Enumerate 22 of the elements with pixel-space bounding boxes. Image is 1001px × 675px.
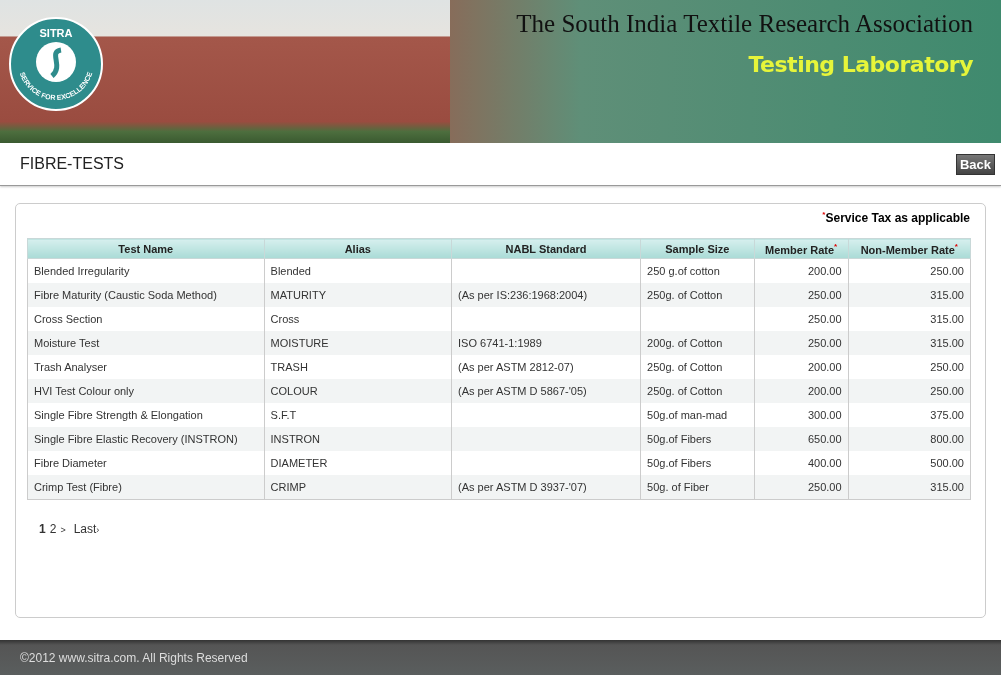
table-cell: (As per ASTM D 3937-'07)	[451, 475, 641, 500]
table-cell: 250.00	[754, 475, 849, 500]
page-link[interactable]: 1	[39, 522, 46, 536]
copyright-text: ©2012 www.sitra.com. All Rights Reserved	[20, 650, 248, 665]
column-header: Test Name	[27, 238, 265, 259]
column-header: Member Rate$^{*}$	[754, 238, 849, 259]
column-header: Sample Size	[640, 238, 755, 259]
column-header: NABL Standard	[451, 238, 641, 259]
page-link[interactable]: 2	[49, 522, 57, 536]
column-header: Non-Member Rate$^{*}$	[848, 238, 971, 259]
column-header: Alias	[264, 238, 452, 259]
next-page-link[interactable]: >	[60, 522, 66, 536]
page-title: FIBRE-TESTS	[20, 155, 124, 173]
table-cell: 315.00	[848, 475, 971, 500]
table-cell: 50g. of Fiber	[640, 475, 755, 500]
table-cell: Crimp Test (Fibre)	[27, 475, 265, 500]
last-page-link[interactable]: Last›	[73, 522, 100, 536]
service-tax-note: $^{*}$Service Tax as applicable	[821, 210, 970, 225]
back-button[interactable]: Back	[955, 153, 995, 175]
organization-title: The South India Textile Research Association	[516, 10, 973, 38]
banner-subtitle: Testing Laboratory	[748, 52, 973, 77]
table-cell: CRIMP	[264, 475, 452, 500]
